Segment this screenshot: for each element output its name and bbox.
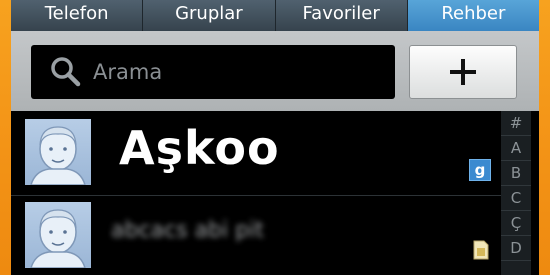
index-letter[interactable]: D <box>501 236 531 261</box>
default-avatar-icon <box>30 126 86 185</box>
tab-favoriler[interactable]: Favoriler <box>276 0 408 31</box>
avatar <box>25 119 91 185</box>
sim-card-icon <box>473 240 489 260</box>
contact-name: Aşkoo <box>119 121 280 175</box>
index-letter[interactable]: A <box>501 136 531 161</box>
index-letter[interactable]: # <box>501 111 531 136</box>
search-bar <box>11 31 539 111</box>
index-letter[interactable]: B <box>501 161 531 186</box>
list-item[interactable]: abcacs abi pit <box>11 195 501 275</box>
search-input[interactable] <box>93 60 353 84</box>
tab-bar: Telefon Gruplar Favoriler Rehber <box>11 0 539 31</box>
list-item[interactable]: Aşkoo g <box>11 113 501 193</box>
contact-list: Aşkoo g abcacs abi pit <box>11 111 539 275</box>
search-field[interactable] <box>31 45 395 99</box>
tab-rehber[interactable]: Rehber <box>407 0 539 31</box>
avatar <box>25 202 91 268</box>
phone-screen: Telefon Gruplar Favoriler Rehber Arama A… <box>11 0 539 275</box>
contact-name-blurred: abcacs abi pit <box>111 218 264 243</box>
index-letter[interactable]: Ç <box>501 211 531 236</box>
tab-gruplar[interactable]: Gruplar <box>143 0 276 31</box>
alphabet-index[interactable]: # A B C Ç D <box>501 111 531 275</box>
default-avatar-icon <box>30 209 86 268</box>
index-letter[interactable]: C <box>501 186 531 211</box>
search-icon <box>51 57 81 87</box>
add-contact-button[interactable] <box>409 45 517 99</box>
tab-telefon[interactable]: Telefon <box>11 0 144 31</box>
plus-icon <box>450 59 476 85</box>
google-account-icon: g <box>469 159 491 181</box>
